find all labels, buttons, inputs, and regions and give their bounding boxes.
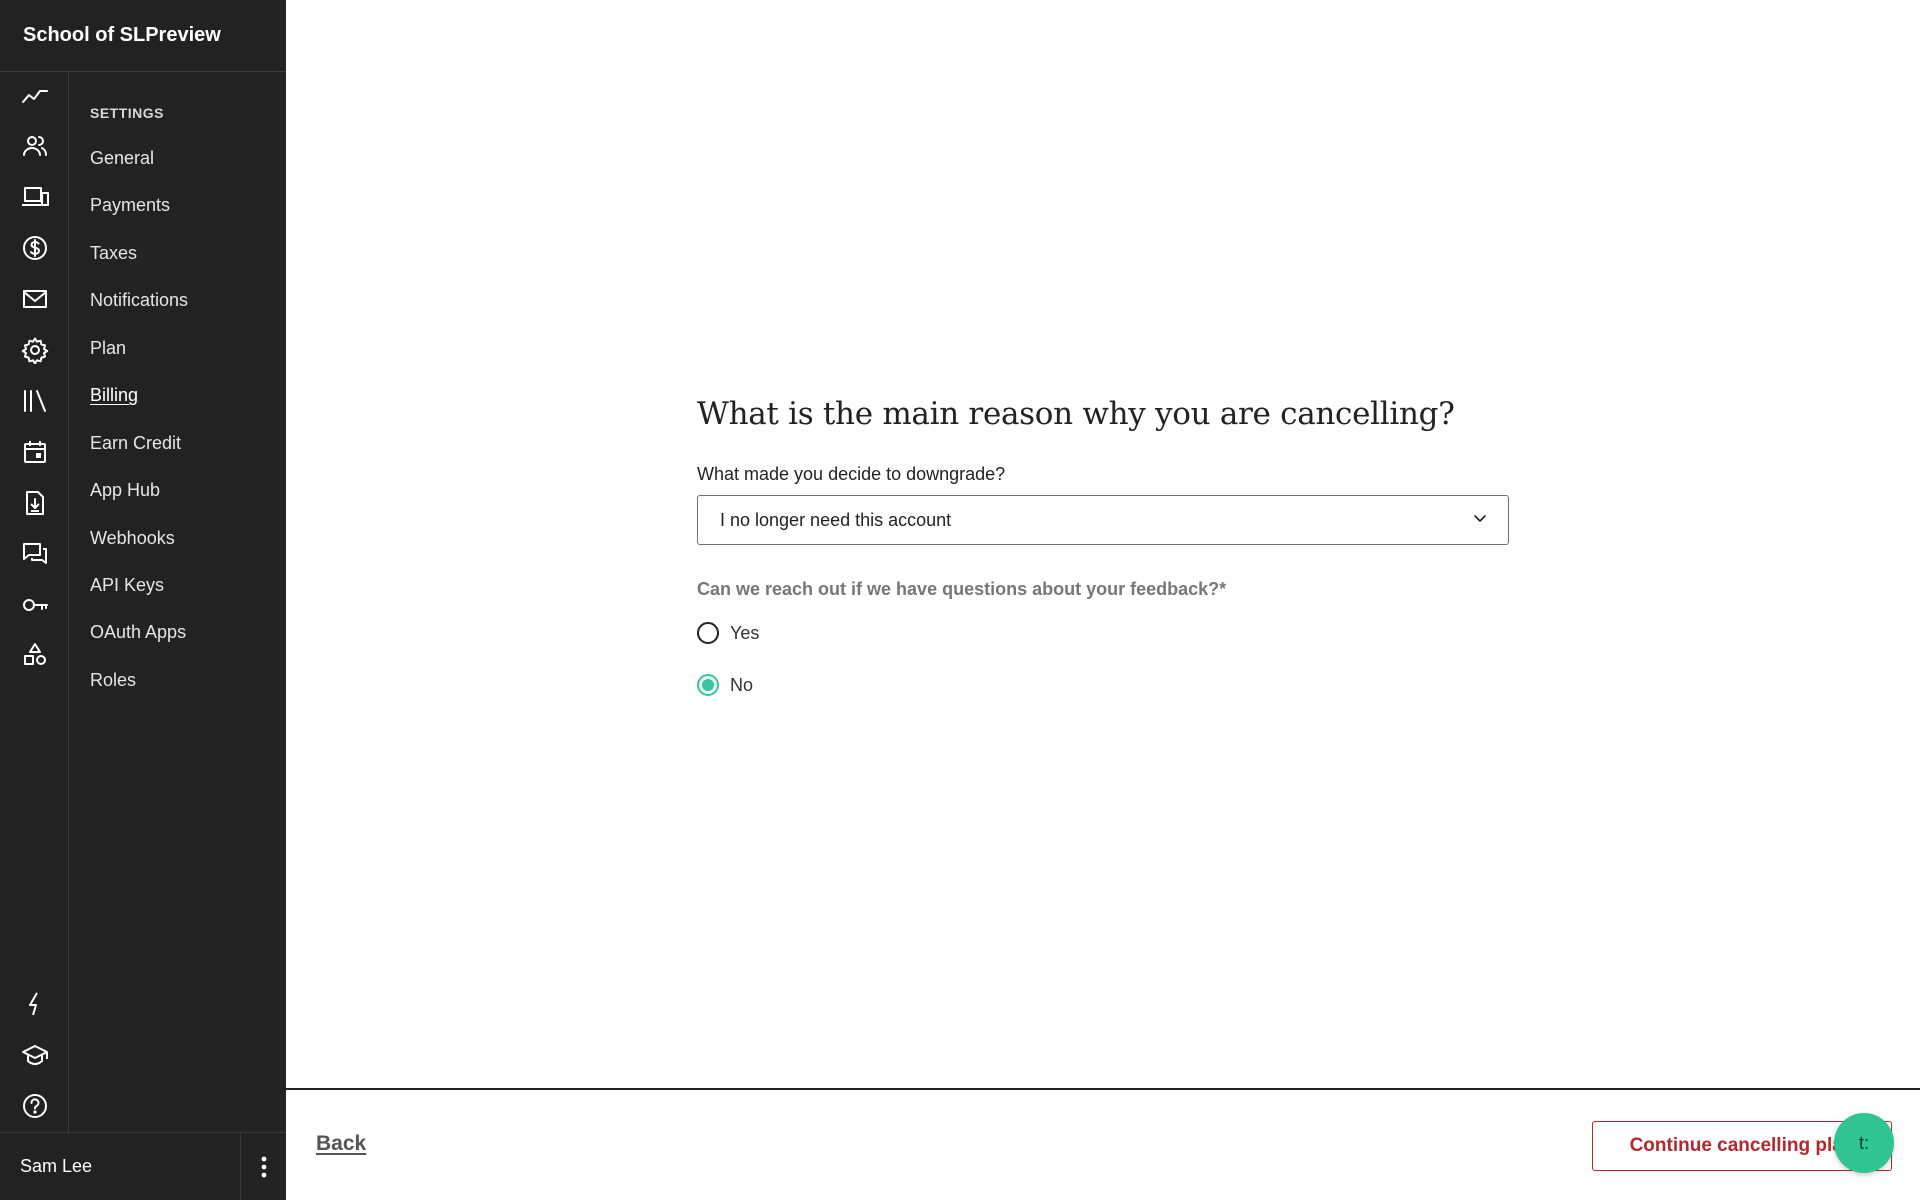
help-icon[interactable]	[19, 1090, 51, 1122]
analytics-icon[interactable]	[19, 80, 51, 112]
downgrade-reason-value: I no longer need this account	[720, 509, 952, 530]
settings-item-app-hub[interactable]: App Hub	[90, 480, 160, 501]
radio-no[interactable]	[697, 674, 719, 696]
settings-item-taxes[interactable]: Taxes	[90, 243, 137, 264]
gear-icon[interactable]	[19, 334, 51, 366]
downgrade-reason-select[interactable]: I no longer need this account	[697, 495, 1509, 545]
user-bar: Sam Lee	[0, 1132, 286, 1200]
user-name[interactable]: Sam Lee	[0, 1133, 241, 1200]
chat-widget-label: t:	[1858, 1132, 1869, 1153]
settings-item-plan[interactable]: Plan	[90, 338, 126, 359]
devices-icon[interactable]	[19, 181, 51, 213]
chat-widget-button[interactable]: t:	[1834, 1113, 1894, 1173]
radio-label-no: No	[730, 674, 754, 695]
download-file-icon[interactable]	[19, 487, 51, 519]
radio-option-no[interactable]: No	[697, 674, 1509, 696]
school-name[interactable]: School of SLPreview	[0, 0, 286, 72]
back-link[interactable]: Back	[316, 1132, 366, 1156]
downgrade-reason-label: What made you decide to downgrade?	[697, 464, 1006, 484]
footer-bar: Back Continue cancelling plan	[286, 1088, 1920, 1200]
users-icon[interactable]	[19, 130, 51, 162]
page-title: What is the main reason why you are canc…	[697, 396, 1455, 432]
calendar-icon[interactable]	[19, 436, 51, 468]
shapes-icon[interactable]	[19, 639, 51, 671]
more-vertical-icon[interactable]	[241, 1133, 286, 1200]
radio-option-yes[interactable]: Yes	[697, 622, 1509, 644]
cancellation-form: What is the main reason why you are canc…	[697, 396, 1509, 696]
radio-label-yes: Yes	[730, 622, 760, 643]
settings-item-oauth-apps[interactable]: OAuth Apps	[90, 622, 186, 643]
settings-item-roles[interactable]: Roles	[90, 670, 136, 691]
key-icon[interactable]	[19, 589, 51, 621]
contact-question-label: Can we reach out if we have questions ab…	[697, 579, 1227, 599]
lightning-icon[interactable]	[19, 988, 51, 1020]
settings-item-general[interactable]: General	[90, 148, 154, 169]
settings-panel: SETTINGS General Payments Taxes Notifica…	[69, 72, 286, 1132]
settings-item-billing[interactable]: Billing	[90, 385, 138, 406]
radio-selected-dot	[702, 679, 714, 691]
dollar-icon[interactable]	[19, 232, 51, 264]
main-content: What is the main reason why you are canc…	[286, 0, 1920, 1088]
graduation-cap-icon[interactable]	[19, 1039, 51, 1071]
settings-heading: SETTINGS	[90, 105, 165, 121]
settings-item-payments[interactable]: Payments	[90, 195, 170, 216]
chat-icon[interactable]	[19, 538, 51, 570]
settings-item-api-keys[interactable]: API Keys	[90, 575, 164, 596]
radio-yes[interactable]	[697, 622, 719, 644]
settings-item-earn-credit[interactable]: Earn Credit	[90, 433, 181, 454]
sidebar: School of SLPreview SETTINGS General Pay…	[0, 0, 286, 1200]
library-icon[interactable]	[19, 385, 51, 417]
chevron-down-icon	[1472, 510, 1488, 531]
mail-icon[interactable]	[19, 283, 51, 315]
settings-item-webhooks[interactable]: Webhooks	[90, 528, 175, 549]
settings-item-notifications[interactable]: Notifications	[90, 290, 188, 311]
icon-rail	[0, 72, 69, 1132]
